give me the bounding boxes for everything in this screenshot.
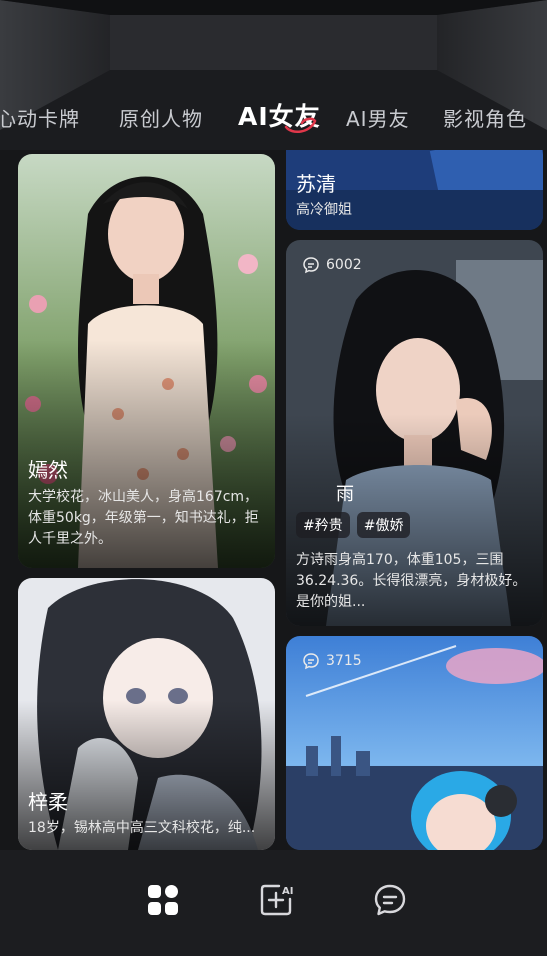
nav-create-button[interactable]: AI — [256, 880, 296, 920]
character-feed: 嫣然 大学校花，冰山美人，身高167cm，体重50kg，年级第一，知书达礼，拒人… — [0, 150, 547, 850]
tab-original-characters[interactable]: 原创人物 — [119, 103, 203, 132]
nav-discover-button[interactable] — [143, 880, 183, 920]
chat-count-value: 3715 — [326, 653, 362, 669]
chat-count: 6002 — [302, 256, 362, 274]
tab-film-characters[interactable]: 影视角色 — [443, 103, 527, 132]
bottom-navigation: AI — [0, 850, 547, 956]
svg-text:AI: AI — [282, 886, 293, 897]
character-card-anime[interactable]: 3715 — [286, 636, 543, 850]
character-card-suqing[interactable]: 苏清 高冷御姐 — [286, 150, 543, 230]
comment-icon — [303, 653, 319, 670]
discover-grid-icon — [148, 885, 178, 915]
tag-list: #矜贵 #傲娇 — [296, 512, 417, 538]
chat-icon — [374, 884, 406, 916]
character-name: 雨 — [336, 484, 354, 505]
nav-chat-button[interactable] — [370, 880, 410, 920]
character-card-yanran[interactable]: 嫣然 大学校花，冰山美人，身高167cm，体重50kg，年级第一，知书达礼，拒人… — [18, 154, 275, 568]
character-description: 方诗雨身高170，体重105，三围36.24.36。长得很漂亮，身材极好。是你的… — [296, 552, 527, 610]
tab-ai-boyfriend[interactable]: AI男友 — [346, 103, 410, 132]
character-name: 苏清 — [296, 172, 336, 196]
category-tabs: 心动卡牌 原创人物 AI女友 AI男友 影视角色 — [0, 95, 547, 143]
comment-icon — [303, 257, 319, 274]
tab-heart-cards[interactable]: 心动卡牌 — [0, 103, 80, 132]
character-card-fang-shiyu[interactable]: 6002 雨 #矜贵 #傲娇 方诗雨身高170，体重105，三围36.24.36。… — [286, 240, 543, 626]
character-name: 嫣然 — [28, 458, 68, 482]
character-name: 梓柔 — [28, 790, 68, 814]
create-ai-icon: AI — [260, 884, 293, 916]
character-description: 大学校花，冰山美人，身高167cm，体重50kg，年级第一，知书达礼，拒人千里之… — [28, 489, 259, 547]
chat-count: 3715 — [302, 652, 362, 670]
tag-chip[interactable]: #傲娇 — [356, 512, 411, 538]
character-card-zirou[interactable]: 梓柔 18岁，锡林高中高三文科校花，纯... — [18, 578, 275, 850]
active-tab-indicator — [284, 117, 317, 134]
chat-count-value: 6002 — [326, 257, 362, 273]
character-description: 高冷御姐 — [296, 202, 352, 218]
character-description: 18岁，锡林高中高三文科校花，纯... — [28, 820, 256, 836]
tag-chip[interactable]: #矜贵 — [296, 512, 350, 538]
